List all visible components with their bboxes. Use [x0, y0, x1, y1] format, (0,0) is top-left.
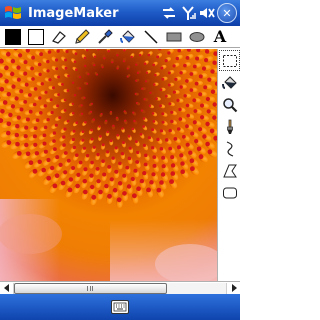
zoom-tool[interactable]	[219, 94, 240, 115]
eyedropper-icon	[98, 28, 113, 44]
arrow-left-icon	[3, 284, 9, 292]
fill-bucket-icon	[120, 29, 135, 43]
grip-icon	[87, 285, 94, 291]
close-icon: ✕	[222, 6, 232, 20]
selection-rect-icon	[222, 54, 237, 67]
background-color-swatch[interactable]	[26, 27, 46, 47]
menu-bar	[0, 294, 240, 320]
curve-icon	[226, 140, 233, 157]
rectangle-tool[interactable]	[164, 27, 184, 47]
text-tool[interactable]: A	[210, 27, 230, 47]
line-tool[interactable]	[141, 27, 161, 47]
brush-icon	[226, 119, 233, 134]
fill-bucket-tool[interactable]	[118, 27, 138, 47]
image-canvas[interactable]	[0, 49, 217, 281]
curve-tool[interactable]	[219, 138, 240, 159]
app-title: ImageMaker	[28, 5, 119, 21]
rectangle-icon	[166, 32, 182, 41]
input-panel-button[interactable]	[111, 300, 129, 314]
select-tool[interactable]	[219, 50, 240, 71]
scroll-track[interactable]	[13, 282, 227, 294]
pencil-tool[interactable]	[72, 27, 92, 47]
foreground-color-swatch[interactable]	[3, 27, 23, 47]
volume-icon[interactable]	[197, 0, 216, 26]
signal-icon[interactable]	[178, 0, 197, 26]
polygon-icon	[222, 164, 237, 177]
rounded-rect-tool[interactable]	[219, 182, 240, 203]
start-button[interactable]	[0, 0, 26, 26]
pencil-icon	[75, 28, 90, 44]
arrow-right-icon	[231, 284, 237, 292]
brush-tool[interactable]	[219, 116, 240, 137]
connectivity-icon[interactable]	[159, 0, 178, 26]
coneflower-photo	[0, 49, 217, 281]
fill-tool[interactable]	[219, 72, 240, 93]
windows-logo-icon	[5, 6, 21, 19]
eraser-tool[interactable]	[49, 27, 69, 47]
horizontal-scrollbar[interactable]	[0, 281, 240, 294]
system-tray: ✕	[159, 0, 240, 26]
magnifier-icon	[222, 97, 237, 112]
paint-bucket-icon	[221, 75, 237, 89]
eraser-icon	[52, 30, 66, 44]
keyboard-icon	[113, 302, 127, 312]
rounded-rect-icon	[222, 187, 237, 198]
ellipse-icon	[189, 31, 205, 42]
drawing-toolbar: A	[0, 26, 240, 48]
scroll-right-button[interactable]	[227, 282, 240, 295]
tool-panel	[217, 49, 240, 281]
line-icon	[144, 29, 158, 44]
ellipse-tool[interactable]	[187, 27, 207, 47]
eyedropper-tool[interactable]	[95, 27, 115, 47]
scroll-left-button[interactable]	[0, 282, 13, 295]
close-button[interactable]: ✕	[217, 3, 237, 23]
scroll-thumb[interactable]	[14, 282, 167, 294]
title-bar: ImageMaker ✕	[0, 0, 240, 26]
polygon-tool[interactable]	[219, 160, 240, 181]
